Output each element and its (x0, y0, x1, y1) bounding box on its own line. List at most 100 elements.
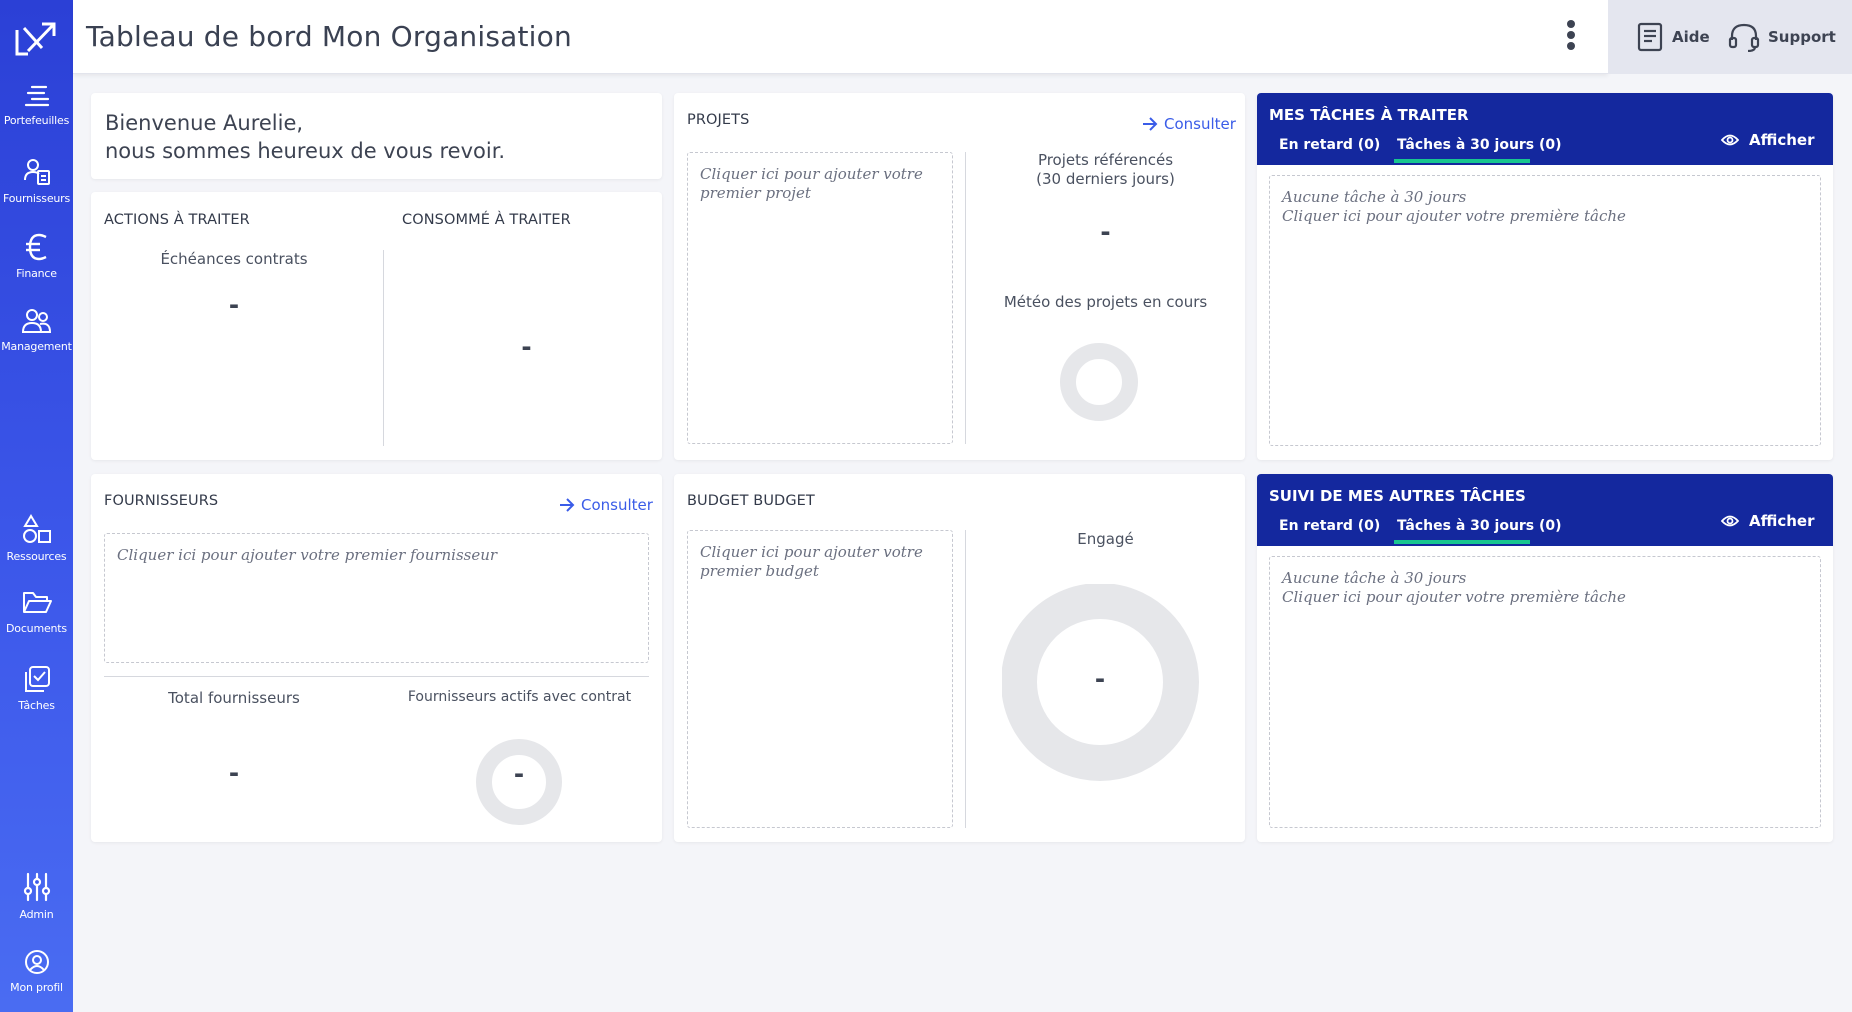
tab-30-days[interactable]: Tâches à 30 jours (0) (1397, 518, 1562, 534)
sidebar-item-label: Tâches (18, 699, 55, 712)
portfolio-icon (24, 85, 49, 107)
divider (383, 250, 384, 446)
sidebar-item-management[interactable]: Management (0, 308, 73, 353)
projects-consult-label: Consulter (1164, 115, 1236, 133)
arrow-right-icon (560, 498, 575, 512)
page-title: Tableau de bord Mon Organisation (86, 20, 572, 53)
echeances-value[interactable]: - (91, 288, 377, 322)
tab-late[interactable]: En retard (0) (1279, 518, 1380, 534)
projects-referenced-value[interactable]: - (966, 215, 1245, 249)
active-tab-indicator (1394, 540, 1530, 544)
sidebar-item-fournisseurs[interactable]: Fournisseurs (0, 158, 73, 205)
my-tasks-empty-placeholder[interactable]: Aucune tâche à 30 jours Cliquer ici pour… (1269, 175, 1821, 446)
other-tasks-empty-placeholder[interactable]: Aucune tâche à 30 jours Cliquer ici pour… (1269, 556, 1821, 828)
my-tasks-card: MES TÂCHES À TRAITER En retard (0) Tâche… (1257, 93, 1833, 460)
budget-card: BUDGET BUDGET Cliquer ici pour ajouter v… (674, 474, 1245, 842)
actions-card: ACTIONS À TRAITER CONSOMMÉ À TRAITER Éch… (91, 192, 662, 460)
empty-line1: Aucune tâche à 30 jours (1282, 569, 1467, 587)
my-tasks-show-button[interactable]: Afficher (1721, 131, 1814, 149)
sidebar-item-label: Admin (19, 908, 54, 921)
add-project-text: Cliquer ici pour ajouter votre premier p… (700, 165, 923, 202)
people-icon (21, 309, 51, 333)
suppliers-consult-link[interactable]: Consulter (559, 496, 653, 514)
folder-icon (22, 592, 52, 613)
sidebar-item-label: Finance (16, 267, 57, 280)
add-project-placeholder[interactable]: Cliquer ici pour ajouter votre premier p… (687, 152, 953, 444)
book-icon (1637, 22, 1663, 52)
active-suppliers-label: Fournisseurs actifs avec contrat (407, 689, 632, 705)
welcome-line1: Bienvenue Aurelie, (105, 111, 304, 135)
empty-line2: Cliquer ici pour ajouter votre première … (1282, 588, 1626, 606)
welcome-card: Bienvenue Aurelie, nous sommes heureux d… (91, 93, 662, 179)
sidebar: Portefeuilles Fournisseurs Finance Manag… (0, 0, 73, 1012)
suppliers-title: FOURNISSEURS (104, 493, 219, 509)
my-tasks-header: MES TÂCHES À TRAITER En retard (0) Tâche… (1257, 93, 1833, 165)
sliders-icon (23, 872, 50, 902)
help-label: Aide (1672, 28, 1710, 46)
other-tasks-show-label: Afficher (1749, 512, 1815, 530)
other-tasks-header: SUIVI DE MES AUTRES TÂCHES En retard (0)… (1257, 474, 1833, 546)
active-suppliers-value[interactable]: - (472, 757, 566, 791)
sidebar-item-documents[interactable]: Documents (0, 590, 73, 635)
resources-icon (22, 514, 51, 543)
euro-icon (25, 233, 47, 261)
suppliers-icon (23, 159, 50, 185)
sidebar-item-portefeuilles[interactable]: Portefeuilles (0, 84, 73, 127)
projects-referenced-label: Projets référencés (30 derniers jours) (1036, 151, 1175, 188)
empty-line1: Aucune tâche à 30 jours (1282, 188, 1467, 206)
tab-30-days[interactable]: Tâches à 30 jours (0) (1397, 137, 1562, 153)
engaged-value[interactable]: - (1002, 662, 1198, 696)
sidebar-item-label: Ressources (6, 550, 67, 563)
eye-icon (1721, 134, 1739, 146)
active-tab-indicator (1394, 159, 1530, 163)
add-budget-placeholder[interactable]: Cliquer ici pour ajouter votre premier b… (687, 530, 953, 828)
welcome-line2: nous sommes heureux de vous revoir. (105, 139, 506, 163)
profile-icon (24, 950, 49, 974)
suppliers-card: FOURNISSEURS Consulter Cliquer ici pour … (91, 474, 662, 842)
support-label: Support (1768, 28, 1836, 46)
tasks-icon (24, 666, 50, 692)
help-button[interactable]: Aide (1636, 20, 1710, 54)
my-tasks-empty-text: Aucune tâche à 30 jours Cliquer ici pour… (1270, 176, 1820, 238)
sidebar-item-label: Documents (6, 622, 67, 635)
other-tasks-show-button[interactable]: Afficher (1721, 512, 1814, 530)
more-options-icon[interactable] (1565, 20, 1577, 54)
sidebar-item-taches[interactable]: Tâches (0, 665, 73, 712)
support-button[interactable]: Support (1728, 20, 1836, 54)
welcome-message: Bienvenue Aurelie, nous sommes heureux d… (105, 109, 505, 165)
projects-consult-link[interactable]: Consulter (1142, 115, 1236, 133)
projects-title: PROJETS (687, 112, 750, 128)
echeances-label: Échéances contrats (160, 250, 308, 268)
sidebar-item-label: Management (1, 340, 72, 353)
projects-card: PROJETS Consulter Cliquer ici pour ajout… (674, 93, 1245, 460)
headset-icon (1728, 23, 1760, 52)
my-tasks-show-label: Afficher (1749, 131, 1815, 149)
total-suppliers-value[interactable]: - (91, 756, 377, 790)
projects-weather-donut (1060, 343, 1138, 421)
sidebar-item-admin[interactable]: Admin (0, 872, 73, 921)
consumed-value[interactable]: - (391, 330, 662, 364)
budget-title: BUDGET BUDGET (687, 493, 815, 509)
projects-weather-label: Météo des projets en cours (1003, 293, 1208, 311)
sidebar-item-label: Fournisseurs (2, 192, 71, 205)
other-tasks-empty-text: Aucune tâche à 30 jours Cliquer ici pour… (1270, 557, 1820, 619)
empty-line2: Cliquer ici pour ajouter votre première … (1282, 207, 1626, 225)
total-suppliers-label: Total fournisseurs (168, 689, 300, 707)
help-zone: Aide Support (1608, 0, 1852, 74)
actions-title: ACTIONS À TRAITER (104, 212, 250, 228)
sidebar-item-label: Portefeuilles (3, 114, 70, 127)
add-budget-text: Cliquer ici pour ajouter votre premier b… (700, 543, 923, 580)
sidebar-item-ressources[interactable]: Ressources (0, 514, 73, 563)
divider (965, 530, 966, 828)
divider (104, 676, 649, 677)
tab-late[interactable]: En retard (0) (1279, 137, 1380, 153)
other-tasks-title: SUIVI DE MES AUTRES TÂCHES (1269, 487, 1526, 505)
app-logo[interactable] (14, 18, 58, 58)
consumed-title: CONSOMMÉ À TRAITER (402, 212, 571, 228)
other-tasks-card: SUIVI DE MES AUTRES TÂCHES En retard (0)… (1257, 474, 1833, 842)
sidebar-item-mon-profil[interactable]: Mon profil (0, 949, 73, 994)
top-header: Tableau de bord Mon Organisation (73, 0, 1608, 74)
sidebar-item-finance[interactable]: Finance (0, 233, 73, 280)
add-supplier-placeholder[interactable]: Cliquer ici pour ajouter votre premier f… (104, 533, 649, 663)
arrow-right-icon (1143, 117, 1158, 131)
